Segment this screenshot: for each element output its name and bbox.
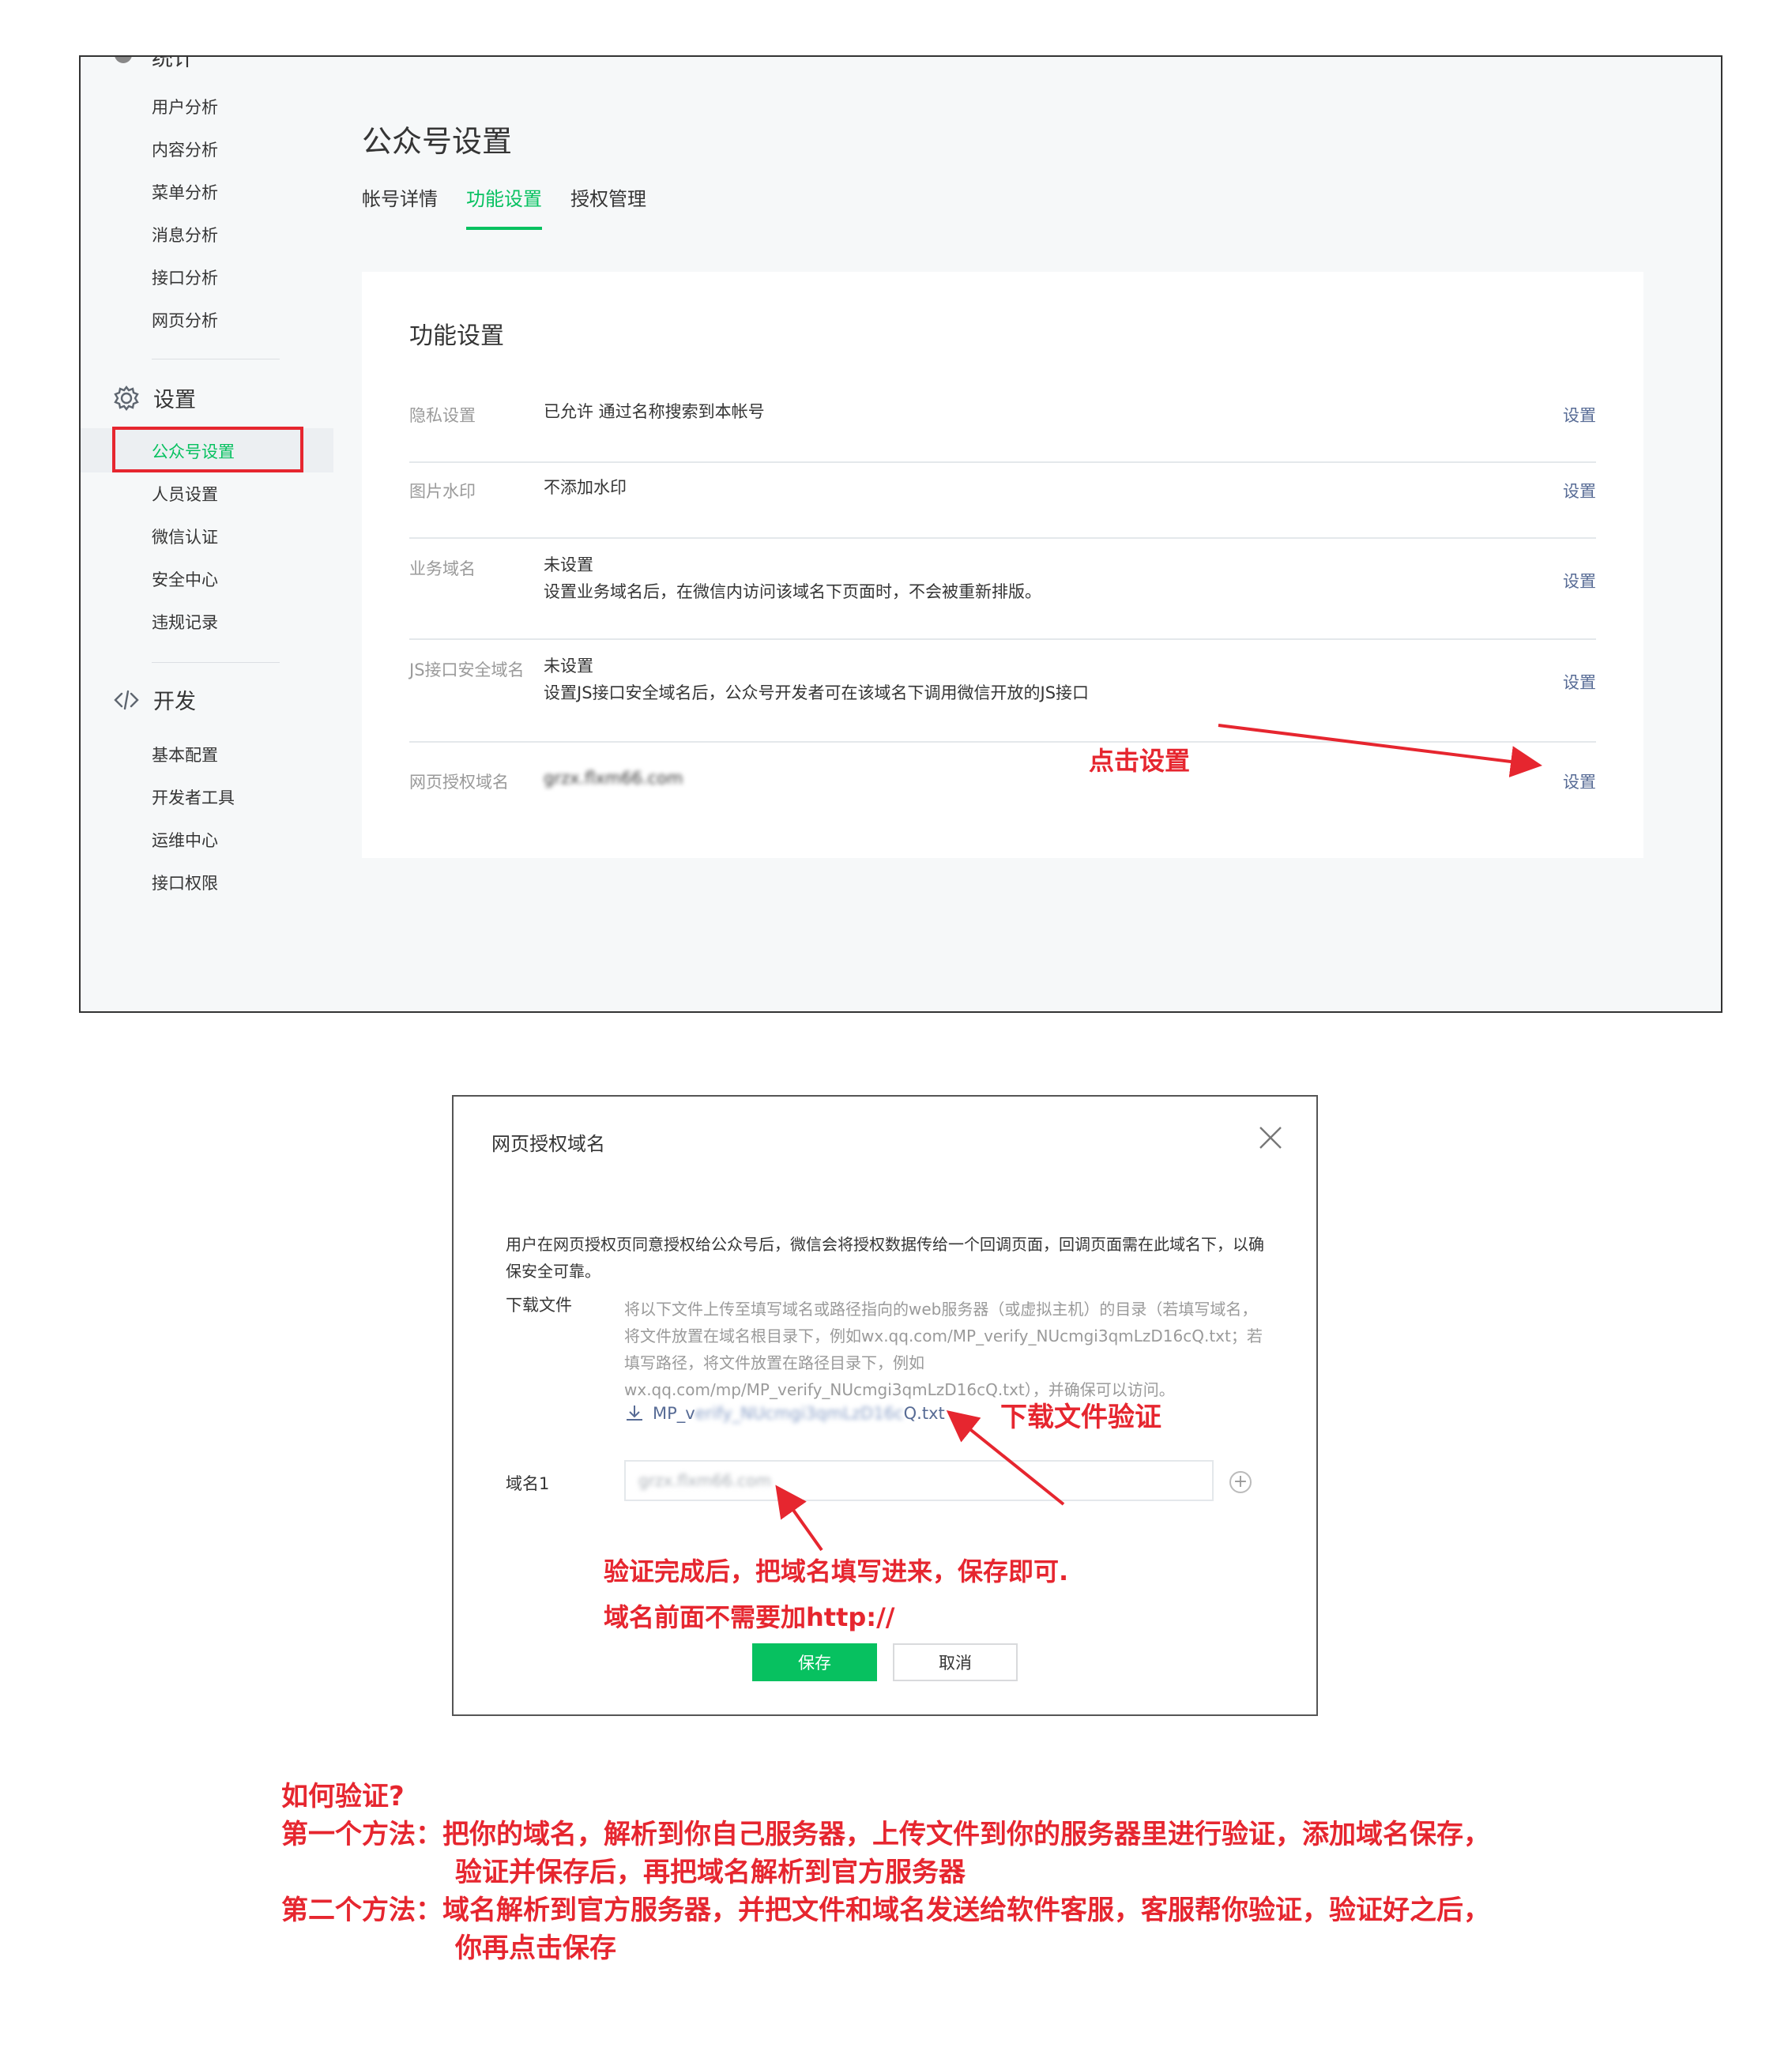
tab-bar: 帐号详情 功能设置 授权管理 xyxy=(362,183,1643,283)
row-status: 未设置 xyxy=(544,657,593,676)
sidebar-divider xyxy=(152,662,280,663)
verify-file-download-link[interactable]: MP_v erify_NUcmgi3qmLzD16c Q.txt xyxy=(624,1403,945,1424)
save-button[interactable]: 保存 xyxy=(752,1643,877,1681)
notes-method-2-cont: 你再点击保存 xyxy=(455,1932,616,1964)
business-domain-setting-link[interactable]: 设置 xyxy=(1563,569,1596,593)
row-value: 未设置 设置业务域名后，在微信内访问该域名下页面时，不会被重新排版。 xyxy=(544,551,1041,605)
highlight-box xyxy=(112,427,303,472)
cancel-button[interactable]: 取消 xyxy=(893,1643,1018,1681)
oauth-domain-setting-link[interactable]: 设置 xyxy=(1563,770,1596,793)
domain-input-value: grzx.flxm66.com xyxy=(638,1471,772,1490)
account-settings-screenshot: 统计 用户分析 内容分析 菜单分析 消息分析 接口分析 网页分析 设置 公众号设… xyxy=(79,55,1722,1013)
file-name-prefix: MP_v xyxy=(653,1404,695,1423)
sidebar-item-ops-center[interactable]: 运维中心 xyxy=(152,828,218,852)
notes-question: 如何验证? xyxy=(281,1781,405,1812)
sidebar-category-settings-label: 设置 xyxy=(153,388,196,412)
annotation-download-verify: 下载文件验证 xyxy=(1000,1402,1161,1433)
row-status: 未设置 xyxy=(544,555,593,574)
sidebar-item-violation-records[interactable]: 违规记录 xyxy=(152,610,218,634)
sidebar-category-stats: 统计 xyxy=(152,55,194,71)
sidebar-category-develop: 开发 xyxy=(112,684,196,715)
sidebar-item-dev-tools[interactable]: 开发者工具 xyxy=(152,785,235,809)
row-label: 图片水印 xyxy=(409,482,476,501)
verification-notes: 如何验证? 第一个方法：把你的域名，解析到你自己服务器，上传文件到你的服务器里进… xyxy=(281,1778,1490,1967)
sidebar: 统计 用户分析 内容分析 菜单分析 消息分析 接口分析 网页分析 设置 公众号设… xyxy=(81,57,333,1011)
row-label: 网页授权域名 xyxy=(409,773,509,792)
file-name-blurred: erify_NUcmgi3qmLzD16c xyxy=(695,1404,904,1423)
row-value: 未设置 设置JS接口安全域名后，公众号开发者可在该域名下调用微信开放的JS接口 xyxy=(544,653,1089,706)
download-file-label: 下载文件 xyxy=(506,1296,572,1315)
tab-function-settings[interactable]: 功能设置 xyxy=(466,183,542,230)
gear-icon xyxy=(112,384,141,412)
tab-account-details[interactable]: 帐号详情 xyxy=(362,183,438,227)
sidebar-item-api-permissions[interactable]: 接口权限 xyxy=(152,871,218,894)
annotation-no-http: 域名前面不需要加http:// xyxy=(604,1602,895,1632)
stats-category-icon xyxy=(115,57,132,63)
dialog-description: 用户在网页授权页同意授权给公众号后，微信会将授权数据传给一个回调页面，回调页面需… xyxy=(506,1235,1264,1281)
settings-row-privacy: 隐私设置 已允许 通过名称搜索到本帐号 设置 xyxy=(409,389,1596,463)
sidebar-item-user-analysis[interactable]: 用户分析 xyxy=(152,95,218,119)
domain-input[interactable]: grzx.flxm66.com xyxy=(624,1460,1214,1501)
page-title: 公众号设置 xyxy=(362,124,513,159)
row-description: 设置业务域名后，在微信内访问该域名下页面时，不会被重新排版。 xyxy=(544,582,1041,601)
settings-row-business-domain: 业务域名 未设置 设置业务域名后，在微信内访问该域名下页面时，不会被重新排版。 … xyxy=(409,539,1596,640)
row-value: 已允许 通过名称搜索到本帐号 xyxy=(544,402,765,421)
sidebar-item-wechat-verification[interactable]: 微信认证 xyxy=(152,525,218,548)
plus-icon[interactable]: + xyxy=(1229,1471,1252,1493)
row-value: 不添加水印 xyxy=(544,478,627,497)
oauth-domain-dialog: 网页授权域名 用户在网页授权页同意授权给公众号后，微信会将授权数据传给一个回调页… xyxy=(452,1095,1318,1716)
row-label: 业务域名 xyxy=(409,559,476,578)
card-title: 功能设置 xyxy=(409,322,504,350)
sidebar-category-settings: 设置 xyxy=(112,382,196,413)
js-domain-setting-link[interactable]: 设置 xyxy=(1563,670,1596,694)
function-settings-card: 功能设置 隐私设置 已允许 通过名称搜索到本帐号 设置 图片水印 不添加水印 设… xyxy=(362,272,1643,858)
notes-method-1-cont: 验证并保存后，再把域名解析到官方服务器 xyxy=(455,1857,966,1888)
code-icon xyxy=(112,686,141,714)
watermark-setting-link[interactable]: 设置 xyxy=(1563,479,1596,502)
sidebar-item-basic-config[interactable]: 基本配置 xyxy=(152,743,218,766)
tab-authorization-management[interactable]: 授权管理 xyxy=(570,183,646,227)
notes-method-2: 第二个方法：域名解析到官方服务器，并把文件和域名发送给软件客服，客服帮你验证，验… xyxy=(281,1895,1490,1926)
sidebar-category-develop-label: 开发 xyxy=(153,690,196,714)
sidebar-item-security-center[interactable]: 安全中心 xyxy=(152,567,218,591)
sidebar-item-message-analysis[interactable]: 消息分析 xyxy=(152,223,218,246)
dialog-title: 网页授权域名 xyxy=(491,1133,605,1155)
download-file-note: 将以下文件上传至填写域名或路径指向的web服务器（或虚拟主机）的目录（若填写域名… xyxy=(624,1300,1263,1399)
sidebar-item-api-analysis[interactable]: 接口分析 xyxy=(152,265,218,289)
sidebar-item-staff-settings[interactable]: 人员设置 xyxy=(152,482,218,506)
row-label: JS接口安全域名 xyxy=(409,660,525,679)
sidebar-item-web-analysis[interactable]: 网页分析 xyxy=(152,308,218,332)
sidebar-item-menu-analysis[interactable]: 菜单分析 xyxy=(152,180,218,204)
annotation-after-verify: 验证完成后，把域名填写进来，保存即可. xyxy=(604,1556,1069,1586)
oauth-domain-value: grzx.flxm66.com xyxy=(544,769,683,788)
row-description: 设置JS接口安全域名后，公众号开发者可在该域名下调用微信开放的JS接口 xyxy=(544,683,1090,702)
privacy-setting-link[interactable]: 设置 xyxy=(1563,403,1596,427)
file-name-suffix: Q.txt xyxy=(903,1404,945,1423)
row-label: 隐私设置 xyxy=(409,406,476,425)
download-icon xyxy=(624,1403,645,1424)
settings-row-oauth-domain: 网页授权域名 grzx.flxm66.com 设置 xyxy=(409,743,1596,819)
settings-row-watermark: 图片水印 不添加水印 设置 xyxy=(409,463,1596,539)
settings-row-js-domain: JS接口安全域名 未设置 设置JS接口安全域名后，公众号开发者可在该域名下调用微… xyxy=(409,640,1596,743)
sidebar-item-content-analysis[interactable]: 内容分析 xyxy=(152,137,218,161)
domain-label: 域名1 xyxy=(506,1474,550,1493)
annotation-click-setting: 点击设置 xyxy=(1089,746,1191,776)
notes-method-1: 第一个方法：把你的域名，解析到你自己服务器，上传文件到你的服务器里进行验证，添加… xyxy=(281,1819,1490,1850)
close-icon[interactable] xyxy=(1256,1123,1285,1152)
